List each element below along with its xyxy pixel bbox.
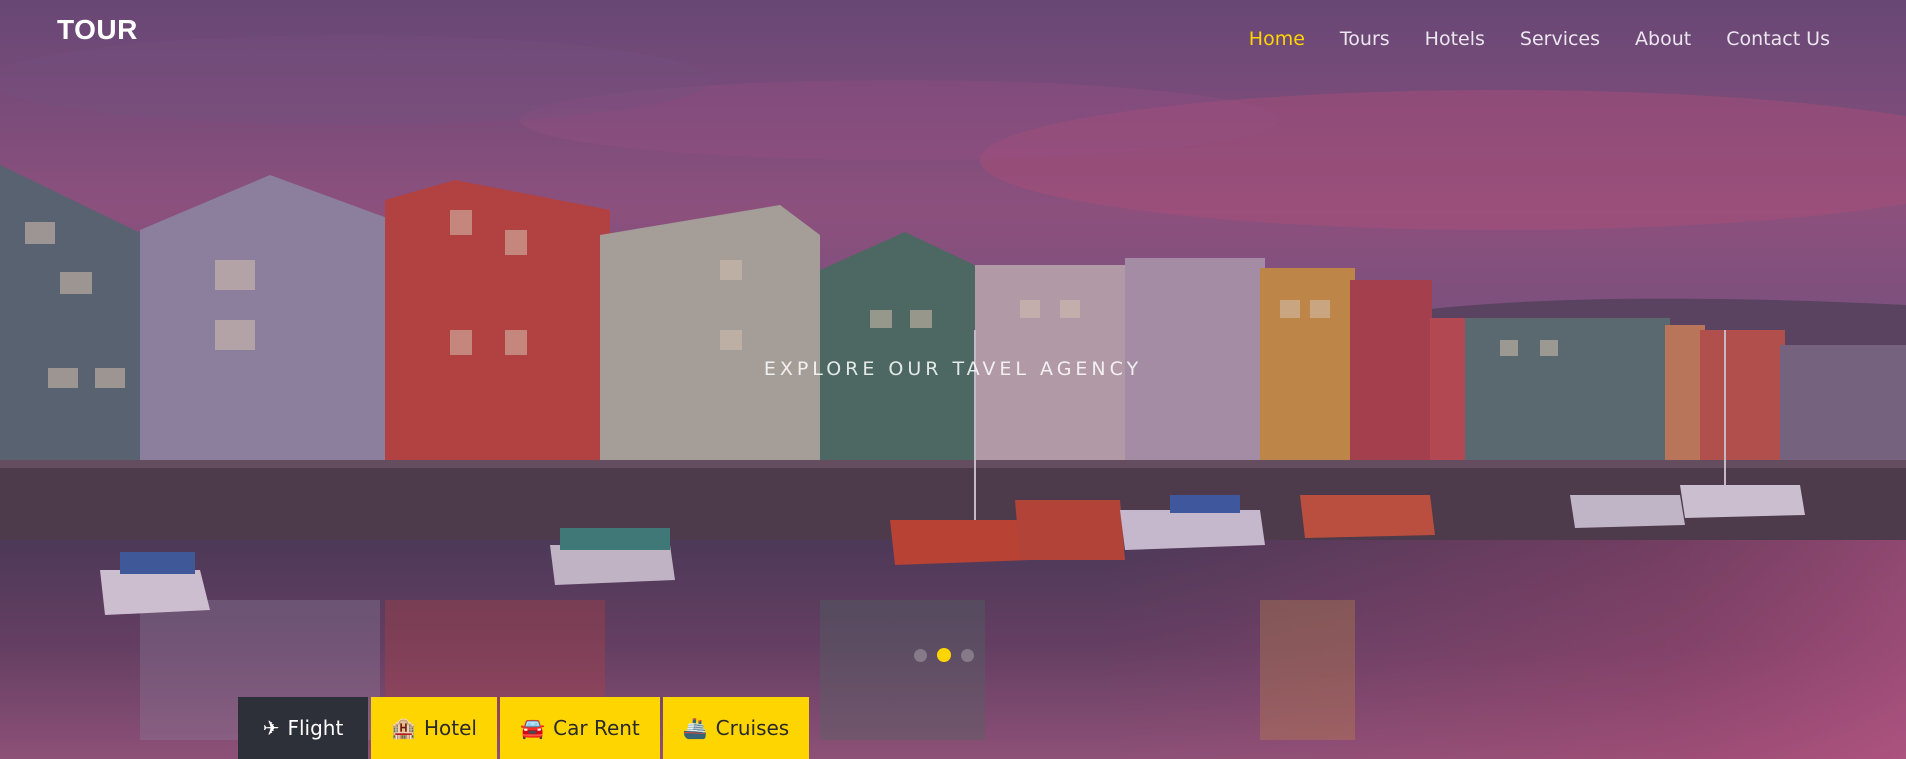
tab-hotel[interactable]: 🏨 Hotel (371, 697, 497, 759)
hero-tagline: EXPLORE OUR TAVEL AGENCY (763, 358, 1143, 380)
nav-item-contact-us[interactable]: Contact Us (1726, 28, 1830, 50)
nav-item-home[interactable]: Home (1249, 28, 1305, 50)
booking-tabs: ✈ Flight 🏨 Hotel 🚘 Car Rent 🚢 Cruises (238, 697, 809, 759)
main-navigation: Home Tours Hotels Services About Contact… (1249, 28, 1830, 50)
carousel-dot-3[interactable] (961, 648, 974, 662)
site-logo[interactable]: TOUR (57, 14, 138, 46)
hotel-icon: 🏨 (391, 716, 416, 740)
tab-car-rent[interactable]: 🚘 Car Rent (500, 697, 660, 759)
tab-flight[interactable]: ✈ Flight (238, 697, 368, 759)
nav-item-hotels[interactable]: Hotels (1425, 28, 1485, 50)
ship-icon: 🚢 (682, 716, 708, 740)
nav-item-services[interactable]: Services (1520, 28, 1600, 50)
tab-label: Flight (287, 716, 344, 740)
nav-item-about[interactable]: About (1635, 28, 1691, 50)
tab-label: Hotel (423, 716, 477, 740)
tab-label: Car Rent (553, 716, 640, 740)
carousel-indicators (914, 648, 974, 662)
tab-label: Cruises (715, 716, 790, 740)
airplane-icon: ✈ (262, 716, 280, 740)
carousel-dot-2[interactable] (937, 648, 951, 662)
carousel-dot-1[interactable] (914, 648, 927, 662)
tab-cruises[interactable]: 🚢 Cruises (663, 697, 809, 759)
car-icon: 🚘 (520, 716, 546, 740)
nav-item-tours[interactable]: Tours (1340, 28, 1390, 50)
